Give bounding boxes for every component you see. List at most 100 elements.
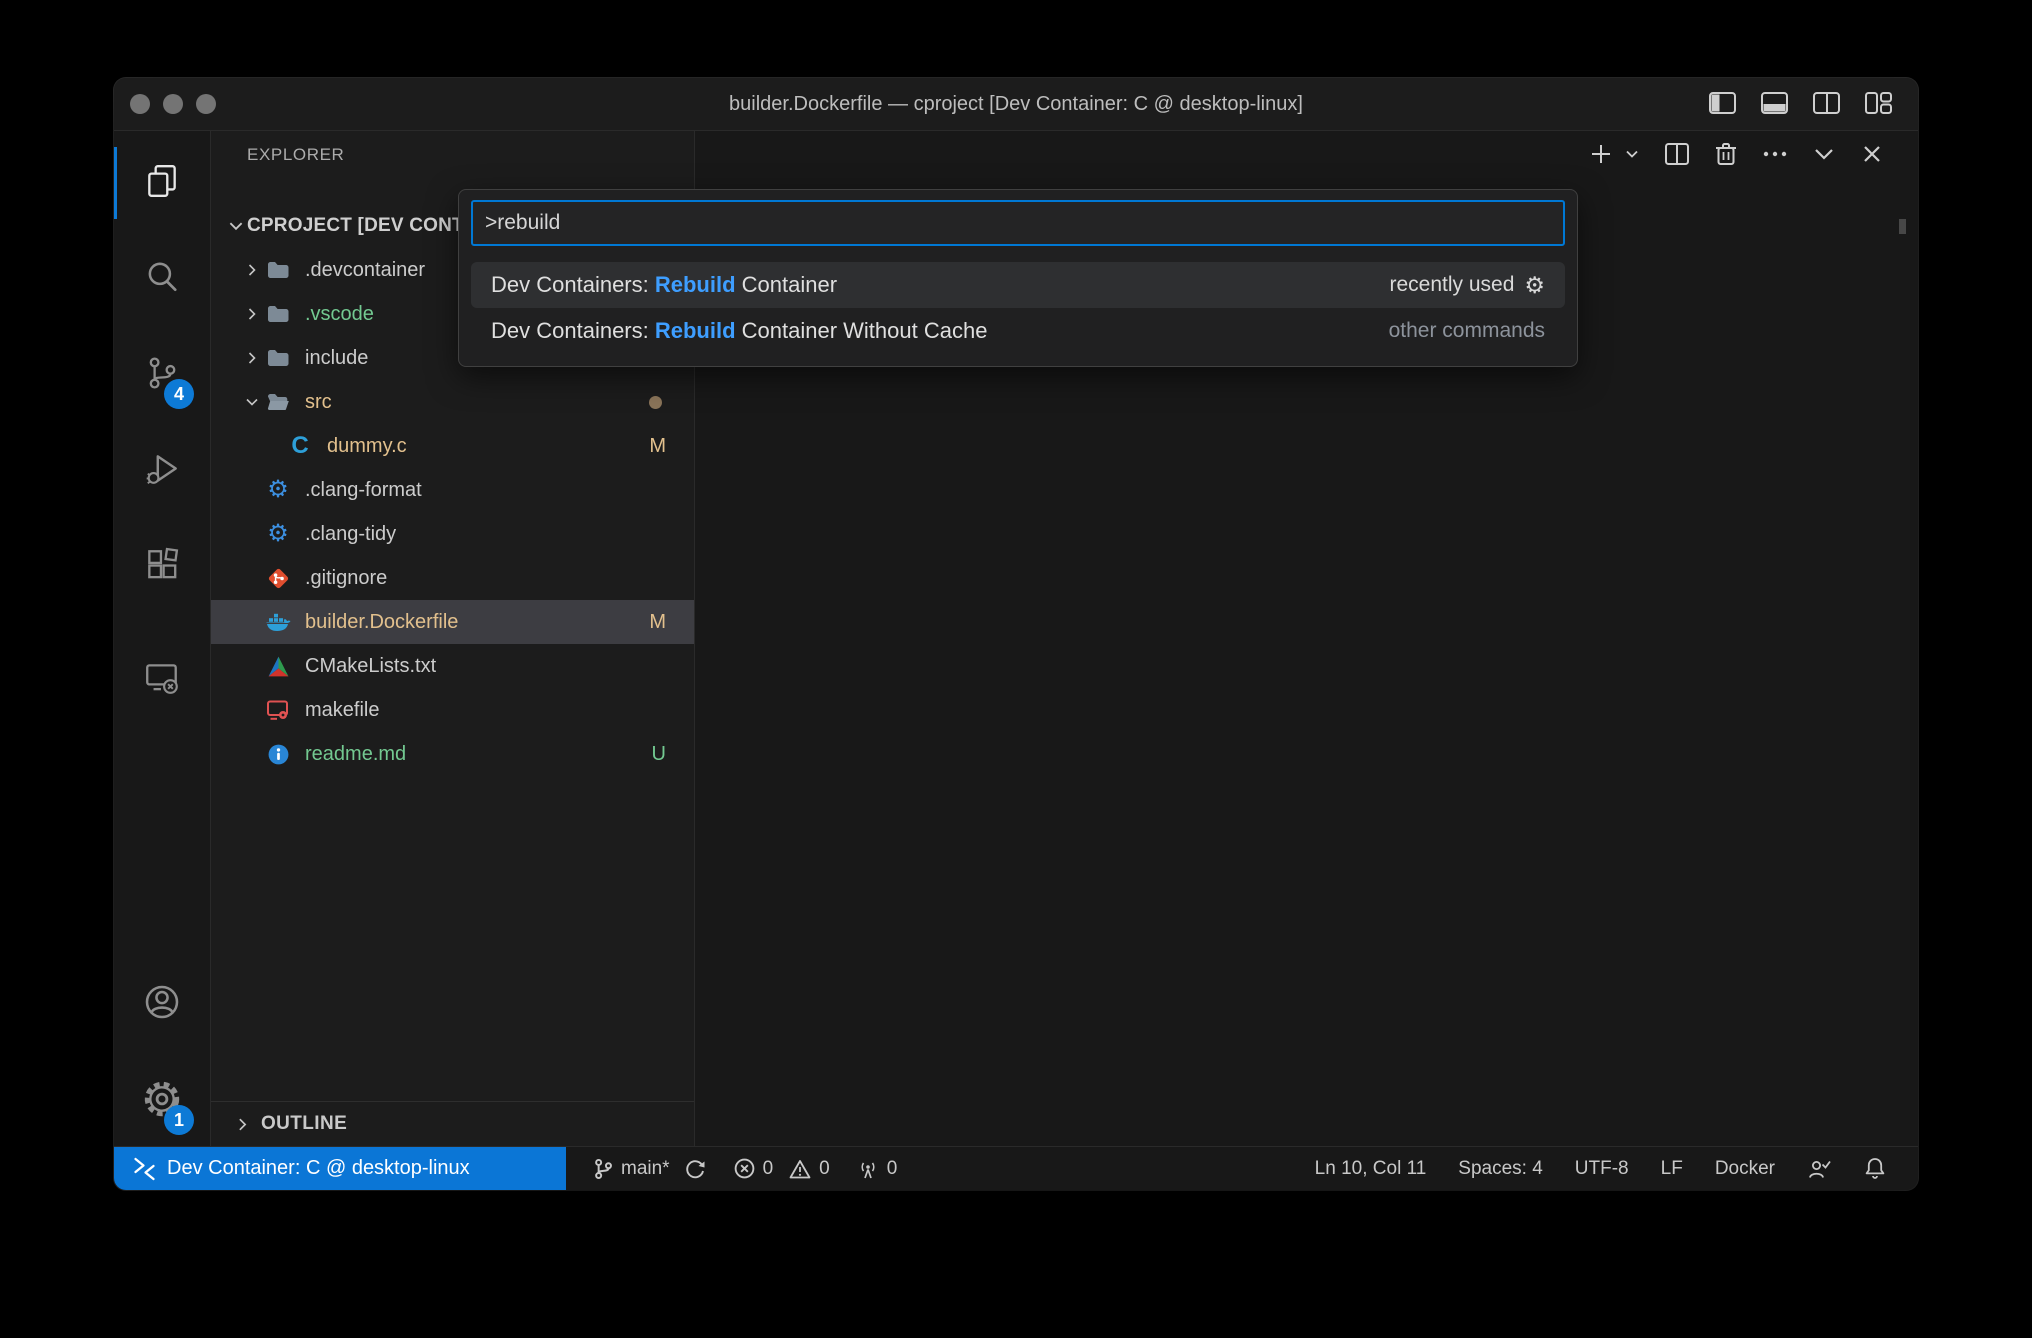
status-bar: Dev Container: C @ desktop-linux main* 0 bbox=[114, 1146, 1918, 1190]
folder-icon bbox=[265, 304, 291, 324]
cmake-file-icon bbox=[265, 655, 291, 678]
file-row-clang-tidy[interactable]: ⚙ .clang-tidy bbox=[211, 512, 694, 556]
language-mode[interactable]: Docker bbox=[1715, 1158, 1775, 1180]
search-icon bbox=[143, 258, 181, 301]
outline-section-header[interactable]: OUTLINE bbox=[211, 1101, 694, 1146]
minimize-window-button[interactable] bbox=[163, 94, 183, 114]
indentation-setting[interactable]: Spaces: 4 bbox=[1458, 1158, 1543, 1180]
toggle-panel-icon[interactable] bbox=[1761, 92, 1788, 114]
ports-status[interactable]: 0 bbox=[856, 1157, 898, 1181]
folder-label: .devcontainer bbox=[305, 259, 425, 282]
git-file-icon bbox=[265, 567, 291, 590]
sidebar-item-remote-explorer[interactable] bbox=[114, 633, 210, 725]
remote-indicator[interactable]: Dev Container: C @ desktop-linux bbox=[114, 1147, 566, 1190]
feedback-person-icon[interactable] bbox=[1807, 1157, 1832, 1181]
terminal-dropdown-icon[interactable] bbox=[1624, 146, 1640, 162]
traffic-lights bbox=[130, 94, 216, 114]
split-terminal-icon[interactable] bbox=[1664, 142, 1690, 166]
kill-terminal-trash-icon[interactable] bbox=[1714, 141, 1738, 167]
file-row-readme[interactable]: readme.md U bbox=[211, 732, 694, 776]
notifications-bell-icon[interactable] bbox=[1864, 1156, 1886, 1181]
sync-icon[interactable] bbox=[683, 1157, 707, 1181]
file-label: readme.md bbox=[305, 743, 406, 766]
encoding-setting[interactable]: UTF-8 bbox=[1575, 1158, 1629, 1180]
file-label: .gitignore bbox=[305, 567, 387, 590]
scrollbar-thumb[interactable] bbox=[1899, 219, 1906, 234]
file-row-builder-dockerfile[interactable]: builder.Dockerfile M bbox=[211, 600, 694, 644]
title-bar: builder.Dockerfile — cproject [Dev Conta… bbox=[114, 78, 1918, 131]
file-label: dummy.c bbox=[327, 435, 407, 458]
folder-open-icon bbox=[265, 392, 291, 412]
git-modified-dot bbox=[649, 396, 662, 409]
result-meta-label: recently used bbox=[1389, 273, 1514, 297]
chevron-down-icon bbox=[241, 394, 263, 410]
warnings-count: 0 bbox=[819, 1158, 830, 1180]
file-row-dummy-c[interactable]: C dummy.c M bbox=[211, 424, 694, 468]
sidebar-item-source-control[interactable]: 4 bbox=[114, 329, 210, 421]
file-row-cmakelists[interactable]: CMakeLists.txt bbox=[211, 644, 694, 688]
sidebar-item-run-debug[interactable] bbox=[114, 425, 210, 517]
folder-label: src bbox=[305, 391, 332, 414]
file-row-makefile[interactable]: makefile bbox=[211, 688, 694, 732]
file-label: builder.Dockerfile bbox=[305, 611, 458, 634]
sidebar-item-extensions[interactable] bbox=[114, 521, 210, 613]
screen: builder.Dockerfile — cproject [Dev Conta… bbox=[0, 0, 2032, 1338]
eol-setting[interactable]: LF bbox=[1661, 1158, 1683, 1180]
git-status-badge: M bbox=[649, 424, 666, 468]
remote-explorer-icon bbox=[143, 658, 181, 701]
run-debug-icon bbox=[143, 450, 181, 493]
git-status-badge: M bbox=[649, 600, 666, 644]
warnings-icon bbox=[788, 1158, 812, 1180]
sidebar-item-explorer[interactable] bbox=[114, 137, 210, 229]
toggle-primary-sidebar-icon[interactable] bbox=[1709, 92, 1736, 114]
new-terminal-icon[interactable] bbox=[1588, 141, 1614, 167]
explorer-icon bbox=[143, 162, 181, 205]
chevron-right-icon bbox=[241, 262, 263, 278]
folder-icon bbox=[265, 348, 291, 368]
branch-label: main* bbox=[621, 1158, 670, 1180]
manage-badge: 1 bbox=[164, 1105, 194, 1135]
zoom-window-button[interactable] bbox=[196, 94, 216, 114]
info-file-icon bbox=[265, 743, 291, 766]
git-branch-status[interactable]: main* bbox=[592, 1157, 707, 1181]
folder-icon bbox=[265, 260, 291, 280]
palette-result-rebuild-container[interactable]: Dev Containers: Rebuild Container recent… bbox=[471, 262, 1565, 308]
hide-panel-chevron-icon[interactable] bbox=[1812, 145, 1836, 163]
extensions-icon bbox=[143, 546, 181, 589]
folder-row-src[interactable]: src bbox=[211, 380, 694, 424]
more-actions-icon[interactable] bbox=[1762, 150, 1788, 158]
docker-file-icon bbox=[265, 611, 291, 633]
file-label: .clang-format bbox=[305, 479, 422, 502]
result-text: Dev Containers: Rebuild Container bbox=[491, 272, 837, 298]
sidebar-item-search[interactable] bbox=[114, 233, 210, 325]
git-branch-icon bbox=[592, 1157, 614, 1181]
chevron-right-icon bbox=[241, 306, 263, 322]
folder-label: include bbox=[305, 347, 368, 370]
file-row-clang-format[interactable]: ⚙ .clang-format bbox=[211, 468, 694, 512]
accounts-button[interactable] bbox=[114, 958, 210, 1050]
command-palette-input[interactable] bbox=[471, 200, 1565, 246]
folder-label: .vscode bbox=[305, 303, 374, 326]
configure-keybinding-gear-icon[interactable]: ⚙ bbox=[1524, 274, 1545, 297]
file-label: makefile bbox=[305, 699, 379, 722]
command-palette: Dev Containers: Rebuild Container recent… bbox=[458, 189, 1578, 367]
close-window-button[interactable] bbox=[130, 94, 150, 114]
toggle-secondary-sidebar-icon[interactable] bbox=[1813, 92, 1840, 114]
file-row-gitignore[interactable]: .gitignore bbox=[211, 556, 694, 600]
palette-result-rebuild-without-cache[interactable]: Dev Containers: Rebuild Container Withou… bbox=[471, 308, 1565, 354]
result-meta-label: other commands bbox=[1389, 319, 1545, 343]
c-file-icon: C bbox=[287, 432, 313, 460]
close-panel-icon[interactable] bbox=[1860, 142, 1884, 166]
window-title: builder.Dockerfile — cproject [Dev Conta… bbox=[729, 93, 1303, 116]
source-control-badge: 4 bbox=[164, 379, 194, 409]
problems-status[interactable]: 0 0 bbox=[733, 1157, 830, 1180]
result-text: Dev Containers: Rebuild Container Withou… bbox=[491, 318, 987, 344]
cursor-position[interactable]: Ln 10, Col 11 bbox=[1315, 1158, 1427, 1180]
chevron-right-icon bbox=[241, 350, 263, 366]
chevron-right-icon bbox=[231, 1116, 253, 1133]
account-icon bbox=[142, 982, 182, 1027]
gear-file-icon: ⚙ bbox=[265, 478, 291, 502]
manage-button[interactable]: 1 bbox=[114, 1055, 210, 1147]
file-label: .clang-tidy bbox=[305, 523, 396, 546]
customize-layout-icon[interactable] bbox=[1865, 92, 1892, 114]
